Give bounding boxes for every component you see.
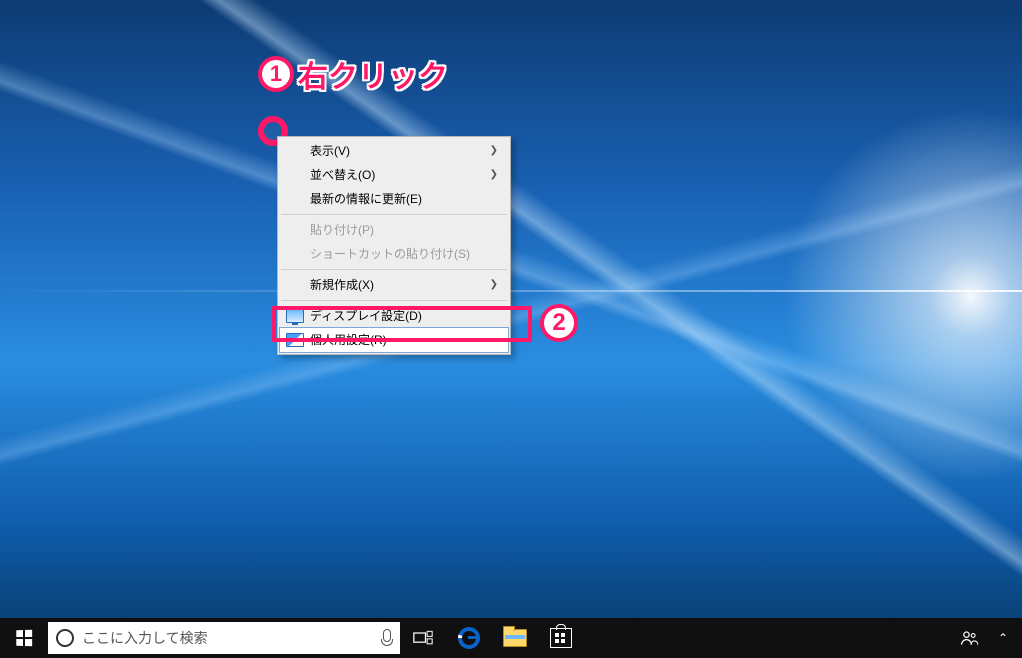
menu-separator (281, 300, 507, 301)
task-view-button[interactable] (400, 618, 446, 658)
annotation-step2-number: 2 (540, 304, 578, 342)
menu-item-new[interactable]: 新規作成(X) ❯ (280, 273, 508, 297)
microphone-icon[interactable] (380, 629, 392, 647)
chevron-up-icon: ⌃ (998, 631, 1008, 645)
file-explorer-icon (503, 629, 527, 647)
menu-item-paste: 貼り付け(P) (280, 218, 508, 242)
tray-overflow-button[interactable]: ⌃ (986, 618, 1020, 658)
annotation-step1-label: 右クリック (298, 52, 448, 96)
people-icon (959, 628, 979, 648)
menu-item-label: 最新の情報に更新(E) (310, 191, 422, 207)
desktop-context-menu: 表示(V) ❯ 並べ替え(O) ❯ 最新の情報に更新(E) 貼り付け(P) ショ… (277, 136, 511, 355)
submenu-arrow-icon: ❯ (490, 143, 498, 159)
menu-separator (281, 214, 507, 215)
menu-item-view[interactable]: 表示(V) ❯ (280, 139, 508, 163)
menu-item-label: 個人用設定(R) (310, 332, 387, 348)
menu-item-refresh[interactable]: 最新の情報に更新(E) (280, 187, 508, 211)
menu-item-paste-shortcut: ショートカットの貼り付け(S) (280, 242, 508, 266)
menu-item-label: ディスプレイ設定(D) (310, 308, 422, 324)
windows-logo-icon (16, 630, 32, 646)
menu-item-label: ショートカットの貼り付け(S) (310, 246, 470, 262)
taskbar-search-box[interactable]: ここに入力して検索 (48, 622, 400, 654)
menu-item-label: 表示(V) (310, 143, 350, 159)
annotation-step1: 1 右クリック (258, 52, 448, 96)
submenu-arrow-icon: ❯ (490, 277, 498, 293)
cortana-icon (56, 629, 74, 647)
menu-item-personalize[interactable]: 個人用設定(R) (279, 327, 509, 353)
system-tray: ⌃ (952, 618, 1022, 658)
taskbar-app-file-explorer[interactable] (492, 618, 538, 658)
menu-item-label: 並べ替え(O) (310, 167, 375, 183)
personalize-icon (286, 333, 304, 347)
edge-icon (458, 627, 480, 649)
monitor-icon (286, 309, 304, 323)
menu-item-label: 貼り付け(P) (310, 222, 374, 238)
annotation-step2: 2 (540, 304, 578, 342)
tray-people-button[interactable] (952, 618, 986, 658)
menu-separator (281, 269, 507, 270)
annotation-step1-number: 1 (258, 56, 294, 92)
menu-item-sort[interactable]: 並べ替え(O) ❯ (280, 163, 508, 187)
store-icon (550, 628, 572, 648)
taskbar-app-store[interactable] (538, 618, 584, 658)
menu-item-display-settings[interactable]: ディスプレイ設定(D) (280, 304, 508, 328)
task-view-icon (413, 630, 433, 646)
taskbar: ここに入力して検索 ⌃ (0, 618, 1022, 658)
submenu-arrow-icon: ❯ (490, 167, 498, 183)
search-placeholder-text: ここに入力して検索 (82, 628, 208, 648)
menu-item-label: 新規作成(X) (310, 277, 374, 293)
start-button[interactable] (0, 618, 48, 658)
desktop-background[interactable] (0, 0, 1022, 658)
taskbar-app-edge[interactable] (446, 618, 492, 658)
